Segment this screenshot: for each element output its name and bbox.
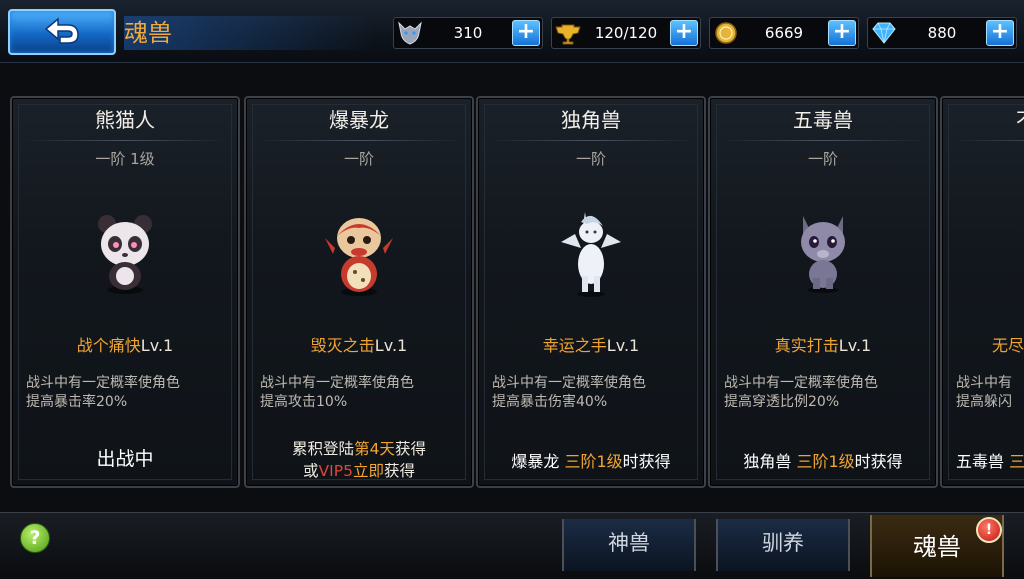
- resource-gold: 6669 +: [709, 17, 859, 49]
- pet-tier: 一阶: [807, 150, 838, 168]
- pet-card-panda[interactable]: 熊猫人 一阶 1级 战个痛快Lv.1 战斗中有一定概率使角色 提高暴击率20% …: [10, 96, 240, 488]
- bottom-bar: ? 神兽 驯养 魂兽 !: [0, 512, 1024, 577]
- back-button[interactable]: [8, 9, 116, 55]
- pet-card-wolf[interactable]: 五毒兽 一阶 真实打击Lv.1 战斗中有一定概率使角色 提高穿透比例20% 独角…: [708, 96, 938, 488]
- skill-label: 战个痛快Lv.1: [76, 336, 174, 355]
- resource-wolf: 310 +: [393, 17, 543, 49]
- unlock-condition: 累积登陆第4天获得 或VIP5立即获得: [292, 440, 426, 480]
- skill-description: 战斗中有一定概率使角色 提高暴击伤害40%: [492, 375, 646, 410]
- wolf-head-icon: [398, 21, 422, 45]
- diamond-icon: [872, 22, 896, 44]
- stamina-value: 120/120: [594, 24, 658, 42]
- tab-divine-beast[interactable]: 神兽: [562, 519, 696, 571]
- deployed-status: 出战中: [96, 448, 154, 470]
- pet-name: 五毒兽: [793, 108, 853, 132]
- skill-label: 无尽: [992, 336, 1024, 355]
- add-wolf-button[interactable]: +: [512, 20, 540, 46]
- top-bar: 魂兽 310 + 120/120 + 6669 + 880 +: [0, 0, 1024, 63]
- pet-card-dragon[interactable]: 爆暴龙 一阶 毁灭之击Lv.1 战斗中有一定概率使角色 提高攻击10% 累积登陆…: [244, 96, 474, 488]
- back-arrow-icon: [44, 17, 79, 44]
- pet-name: 爆暴龙: [329, 108, 389, 132]
- pet-name: 不: [1016, 104, 1024, 133]
- tab-taming[interactable]: 驯养: [716, 519, 850, 571]
- unicorn-pet-icon: [561, 212, 621, 297]
- skill-label: 毁灭之击Lv.1: [310, 336, 408, 355]
- skill-description: 战斗中有一定概率使角色 提高暴击率20%: [26, 375, 180, 410]
- resource-stamina: 120/120 +: [551, 17, 701, 49]
- dragon-pet-icon: [325, 218, 393, 296]
- panda-pet-icon: [98, 215, 152, 294]
- add-stamina-button[interactable]: +: [670, 20, 698, 46]
- page-title: 魂兽: [124, 16, 374, 50]
- pet-card-unicorn[interactable]: 独角兽 一阶 幸运之手Lv.1 战斗中有一定概率使角色 提高暴击伤害40% 爆暴…: [476, 96, 706, 488]
- stamina-trophy-icon: [555, 24, 581, 45]
- unlock-condition: 独角兽 三阶1级时获得: [743, 452, 903, 471]
- add-diamond-button[interactable]: +: [986, 20, 1014, 46]
- alert-badge-icon: !: [976, 517, 1002, 543]
- wolf-pet-icon: [801, 216, 845, 293]
- skill-label: 幸运之手Lv.1: [542, 336, 640, 355]
- pet-tier: 一阶 1级: [95, 150, 155, 168]
- pet-name: 独角兽: [561, 108, 621, 132]
- skill-description: 战斗中有一定概率使角色 提高穿透比例20%: [724, 375, 878, 410]
- pet-tier: 一阶: [343, 150, 374, 168]
- skill-description: 战斗中有 提高躲闪: [956, 375, 1012, 410]
- skill-description: 战斗中有一定概率使角色 提高攻击10%: [260, 375, 414, 410]
- pet-tier: 一阶: [575, 150, 606, 168]
- skill-label: 真实打击Lv.1: [774, 336, 872, 355]
- diamond-value: 880: [927, 24, 957, 42]
- unlock-condition: 爆暴龙 三阶1级时获得: [511, 452, 671, 471]
- gold-value: 6669: [764, 24, 804, 42]
- resource-diamond: 880 +: [867, 17, 1017, 49]
- pet-name: 熊猫人: [95, 108, 155, 132]
- add-gold-button[interactable]: +: [828, 20, 856, 46]
- help-button[interactable]: ?: [20, 523, 50, 553]
- gold-coin-icon: [715, 22, 737, 44]
- unlock-condition: 五毒兽 三: [956, 452, 1024, 471]
- pet-card-list: 熊猫人 一阶 1级 战个痛快Lv.1 战斗中有一定概率使角色 提高暴击率20% …: [0, 96, 1024, 488]
- pet-card-partial[interactable]: 不 无尽 战斗中有 提高躲闪 五毒兽 三: [940, 96, 1024, 488]
- wolf-value: 310: [453, 24, 483, 42]
